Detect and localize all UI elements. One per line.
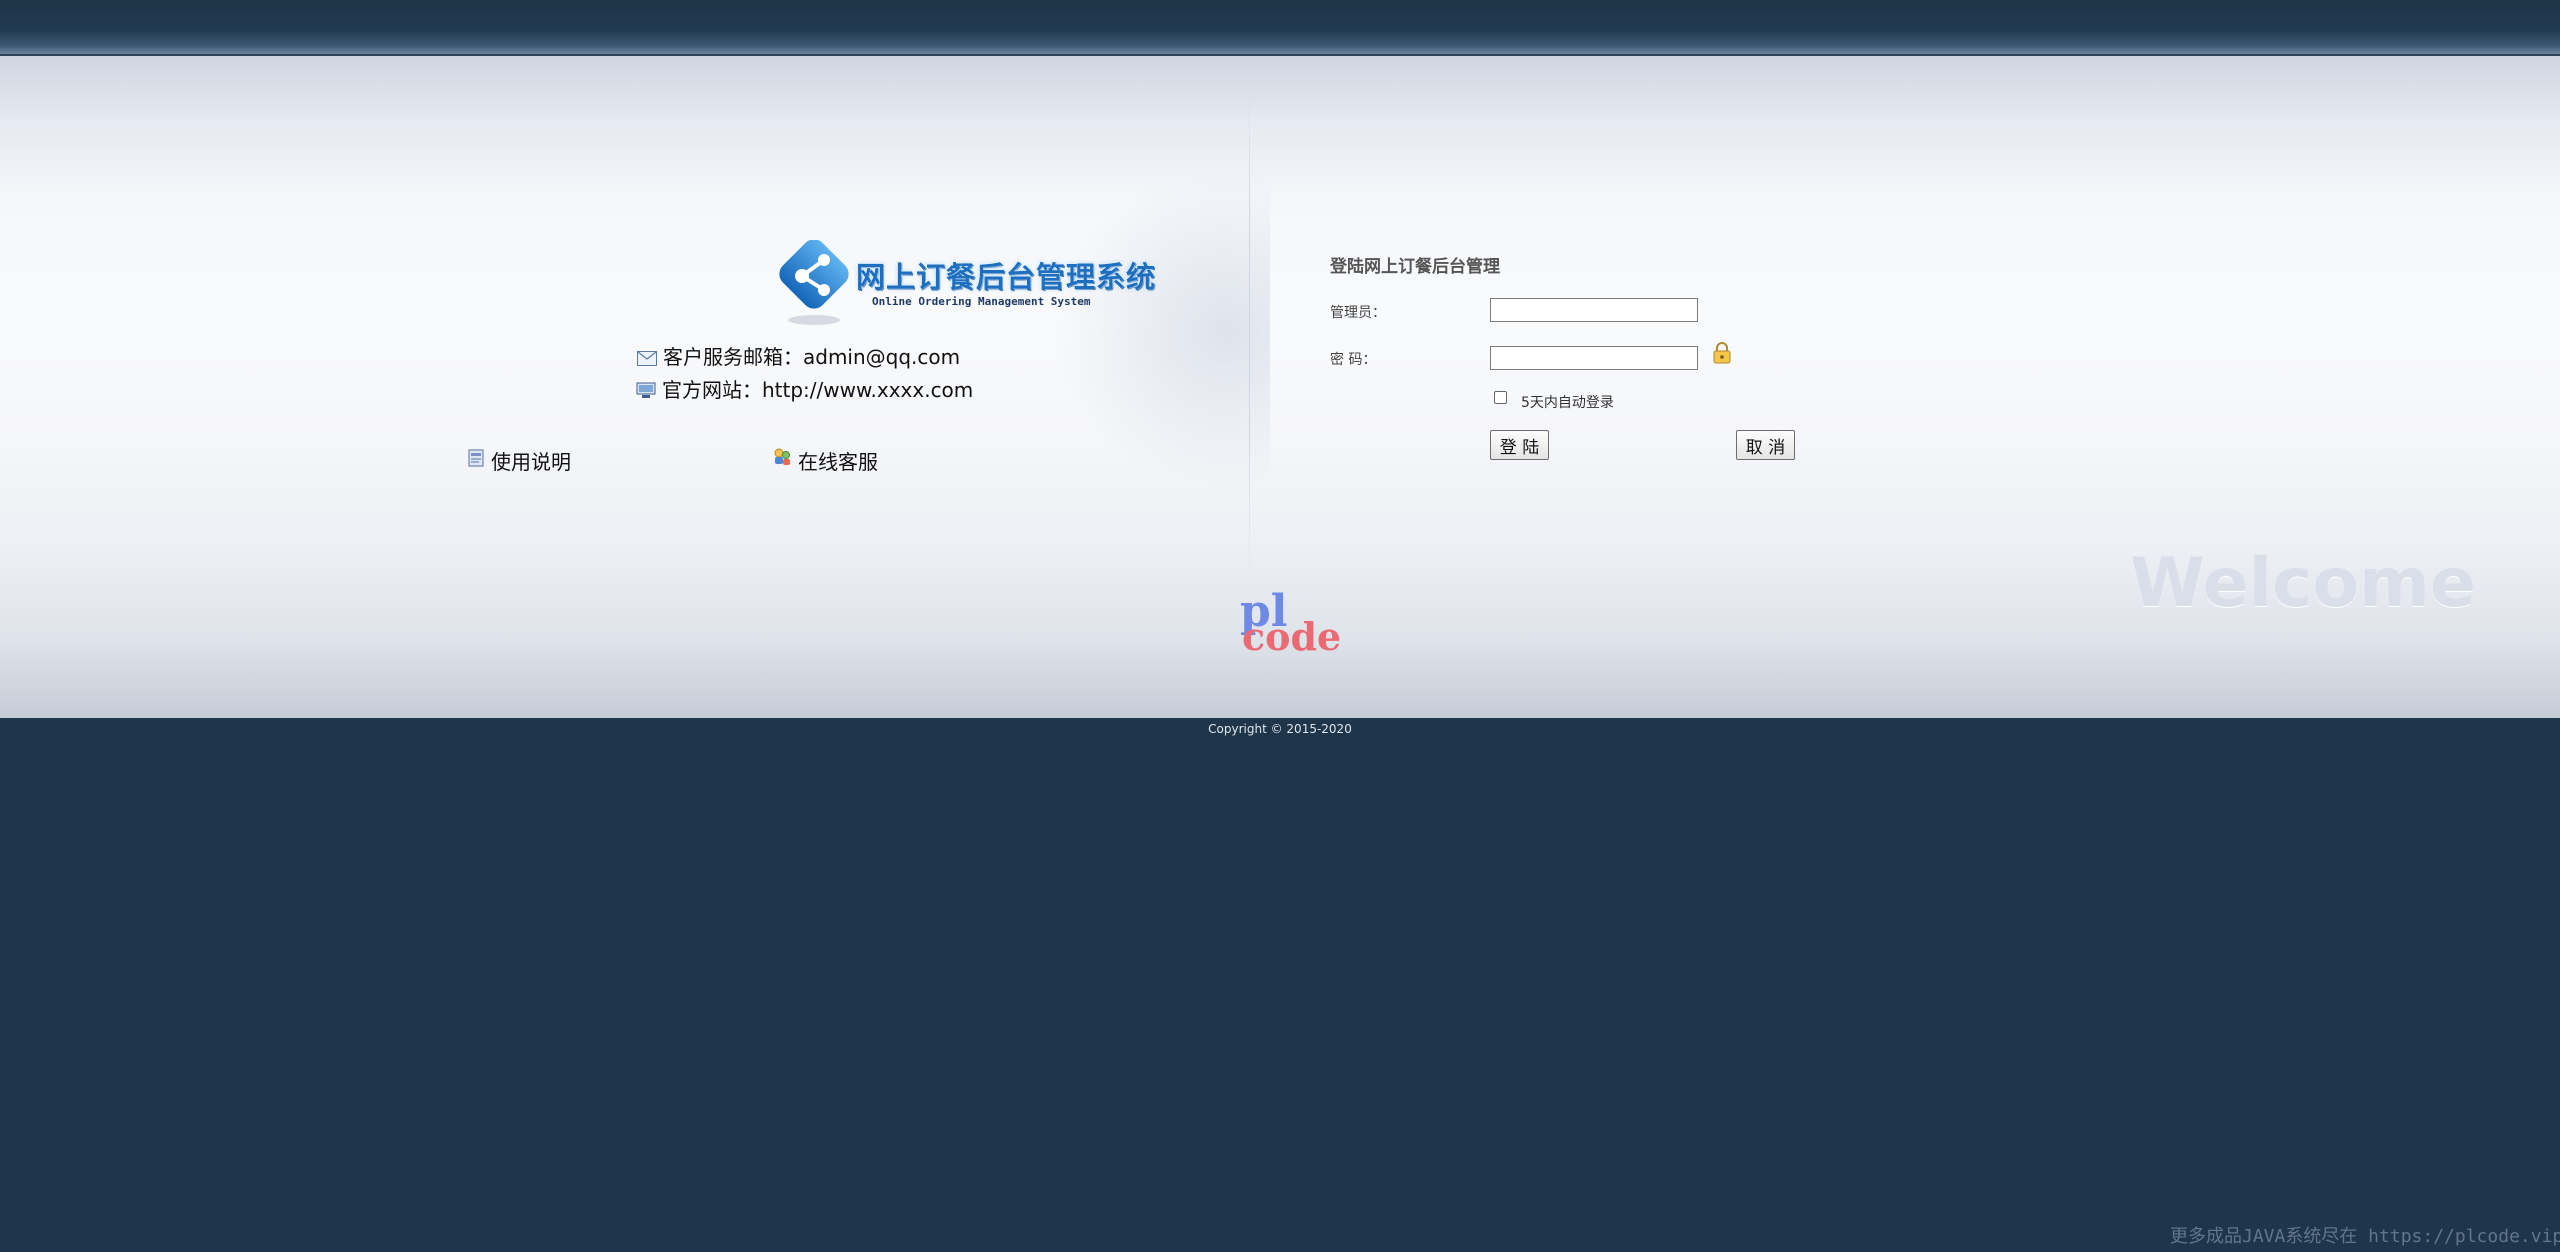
lock-icon [1713,342,1731,364]
remember-login-label: 5天内自动登录 [1521,395,1614,411]
contact-website: 官方网站：http://www.xxxx.com [636,374,973,403]
online-service-label: 在线客服 [798,450,878,474]
cancel-button[interactable]: 取 消 [1736,430,1795,460]
mail-icon [637,351,657,366]
customer-service-icon [774,448,790,465]
copyright-text: Copyright © 2015-2020 [1208,722,1352,736]
welcome-decoration: Welcome [2130,544,2477,623]
login-button[interactable]: 登 陆 [1490,430,1549,460]
panel-divider [1249,60,1250,590]
contact-website-text: 官方网站：http://www.xxxx.com [662,378,974,402]
system-logo: 网上订餐后台管理系统 Online Ordering Management Sy… [776,236,1155,326]
logo-title: 网上订餐后台管理系统 [856,260,1157,294]
online-service-link[interactable]: 在线客服 [772,446,878,475]
help-link[interactable]: 使用说明 [467,446,571,475]
contact-email-text: 客户服务邮箱：admin@qq.com [663,345,961,369]
panel-shadow-glow [1050,170,1270,490]
plcode-watermark-bottom: code [1242,614,1342,659]
remember-login-checkbox[interactable] [1494,391,1507,404]
share-logo-icon [779,240,849,325]
help-link-label: 使用说明 [491,450,571,474]
footer-promo-note: 更多成品JAVA系统尽在 https://plcode.vip [2170,1226,2560,1247]
login-form-title: 登陆网上订餐后台管理 [1330,257,1500,277]
top-header-bar [0,0,2560,56]
contact-email: 客户服务邮箱：admin@qq.com [637,341,960,370]
help-doc-icon [468,449,484,467]
website-icon [636,382,656,398]
admin-label: 管理员： [1330,305,1386,321]
logo-subtitle: Online Ordering Management System [872,295,1091,308]
admin-username-input[interactable] [1490,298,1698,322]
password-label: 密 码： [1330,352,1377,368]
password-input[interactable] [1490,346,1698,370]
